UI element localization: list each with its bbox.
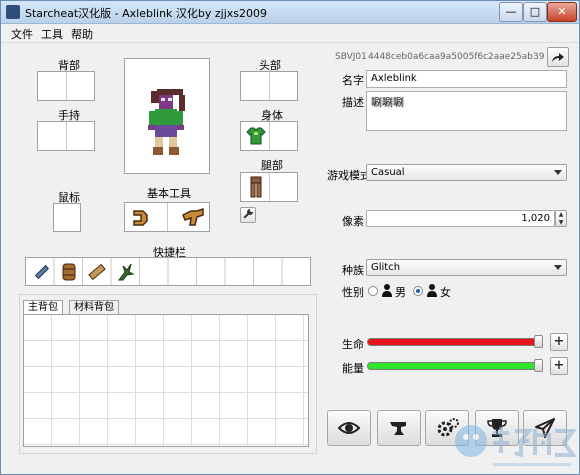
hotbar	[25, 257, 311, 286]
body-slot[interactable]	[240, 121, 298, 151]
name-input[interactable]: Axleblink	[366, 70, 567, 88]
description-input[interactable]: 唰唰唰	[366, 91, 567, 131]
gender-male-label: 男	[395, 286, 406, 299]
app-icon	[6, 5, 20, 19]
uuid-text: 4448ceb0a6caa9a5005f6c2aae25ab39	[368, 52, 545, 62]
title-bar[interactable]: Starcheat汉化版 - Axleblink 汉化by zjjxs2009 …	[1, 1, 579, 24]
game-mode-label: 游戏模式	[327, 169, 371, 182]
tab-material-inventory[interactable]: 材料背包	[69, 300, 119, 315]
cursor-slot[interactable]	[53, 203, 81, 232]
character-preview	[124, 58, 210, 174]
race-value: Glitch	[371, 262, 401, 273]
anvil-icon	[390, 422, 406, 435]
health-plus-button[interactable]: +	[550, 333, 568, 351]
basic-tools-label: 基本工具	[147, 187, 191, 200]
minimize-button[interactable]: —	[499, 2, 523, 22]
person-icon	[382, 284, 392, 297]
menu-bar: 文件 工具 帮助	[1, 24, 579, 43]
basic-tools-slot[interactable]	[124, 202, 210, 232]
hotbar-slot-3-item[interactable]	[87, 262, 107, 282]
gender-female-radio[interactable]	[413, 286, 423, 296]
app-window: Starcheat汉化版 - Axleblink 汉化by zjjxs2009 …	[0, 0, 580, 475]
race-label: 种族	[342, 264, 364, 277]
file-id-prefix: SBVJ01	[335, 52, 367, 62]
head-slot[interactable]	[240, 71, 298, 101]
wrench-icon	[243, 209, 253, 219]
energy-plus-button[interactable]: +	[550, 357, 568, 375]
name-label: 名字	[342, 74, 364, 87]
health-bar[interactable]	[367, 338, 543, 346]
export-button[interactable]	[547, 47, 569, 67]
share-arrow-icon	[552, 53, 564, 62]
inventory-grid[interactable]	[23, 314, 309, 447]
pixels-label: 像素	[342, 215, 364, 228]
energy-slider-handle[interactable]	[534, 359, 543, 372]
gender-label: 性别	[342, 286, 364, 299]
menu-file[interactable]: 文件	[11, 26, 33, 42]
menu-help[interactable]: 帮助	[71, 26, 93, 42]
race-select[interactable]: Glitch	[366, 259, 567, 276]
health-slider-handle[interactable]	[534, 335, 543, 348]
game-mode-select[interactable]: Casual	[366, 164, 567, 181]
person-icon	[427, 284, 437, 297]
scanner-tool-icon	[182, 207, 204, 226]
gender-male-radio[interactable]	[368, 286, 378, 296]
game-mode-value: Casual	[371, 167, 405, 178]
character-sprite	[148, 89, 185, 155]
legs-label: 腿部	[261, 159, 283, 172]
legs-slot[interactable]	[240, 172, 298, 202]
blueprints-button[interactable]	[377, 410, 421, 446]
back-slot[interactable]	[37, 71, 95, 101]
health-label: 生命	[342, 338, 364, 351]
hotbar-slot-2-item[interactable]	[59, 262, 79, 282]
menu-tools[interactable]: 工具	[41, 26, 63, 42]
chevron-down-icon	[554, 265, 562, 270]
energy-label: 能量	[342, 362, 364, 375]
pixels-input[interactable]: 1,020	[366, 210, 555, 227]
appearance-button[interactable]	[327, 410, 371, 446]
maximize-button[interactable]: □	[523, 2, 547, 22]
description-label: 描述	[342, 96, 364, 109]
chevron-down-icon	[554, 170, 562, 175]
site-watermark-logo	[455, 425, 577, 466]
hotbar-slot-4-item[interactable]	[115, 262, 135, 282]
eye-icon	[338, 422, 360, 434]
hotbar-slot-1-item[interactable]	[32, 262, 52, 282]
gender-female-label: 女	[440, 286, 451, 299]
energy-bar[interactable]	[367, 362, 543, 370]
shirt-item-icon	[246, 127, 266, 145]
hand-slot[interactable]	[37, 121, 95, 151]
wrench-button[interactable]	[240, 207, 256, 223]
close-button[interactable]: ✕	[547, 2, 577, 22]
window-title: Starcheat汉化版 - Axleblink 汉化by zjjxs2009	[25, 7, 268, 20]
pants-item-icon	[250, 176, 262, 198]
matter-manipulator-icon	[133, 210, 148, 226]
pixels-spinner[interactable]: ▲ ▼	[555, 210, 567, 227]
